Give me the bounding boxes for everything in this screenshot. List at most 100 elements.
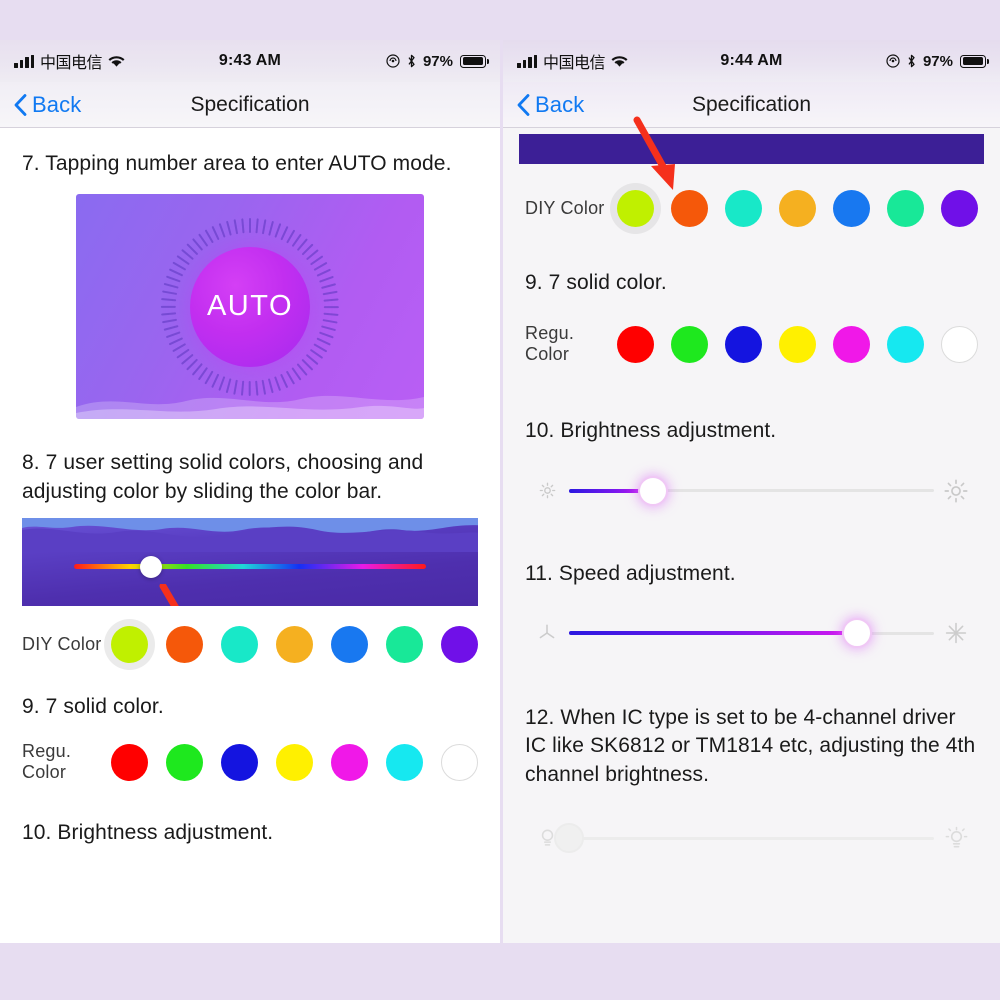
- fan-slow-icon: [525, 623, 569, 643]
- diy-swatch-5[interactable]: [386, 626, 423, 664]
- hue-slider-track[interactable]: [74, 555, 426, 578]
- diy-color-label: DIY Color: [525, 198, 605, 218]
- diy-color-swatches: [111, 626, 478, 664]
- bottom-spacer-right: [525, 857, 978, 897]
- regu-swatch-2[interactable]: [725, 325, 762, 363]
- phone-panel-left: 中国电信 9:43 AM 97% Back Specification 7. T…: [0, 40, 500, 943]
- regu-swatch-1[interactable]: [671, 325, 708, 363]
- bulb-on-icon: [934, 826, 978, 851]
- auto-label: AUTO: [206, 290, 294, 323]
- content-right: DIY Color 9. 7 solid color. Regu. Color: [503, 190, 1000, 897]
- regu-swatch-5[interactable]: [887, 325, 924, 363]
- regu-color-row: Regu. Color: [525, 323, 978, 365]
- diy-swatch-6[interactable]: [441, 626, 478, 664]
- nav-bar-left: Back Specification: [0, 82, 500, 128]
- diy-color-row: DIY Color: [525, 190, 978, 227]
- step-9-text: 9. 7 solid color.: [525, 271, 667, 294]
- fourth-channel-slider-row: [525, 819, 978, 857]
- regu-swatch-0[interactable]: [617, 325, 654, 363]
- back-label: Back: [535, 91, 585, 117]
- speed-slider[interactable]: [569, 614, 934, 652]
- status-left-group: 中国电信: [14, 49, 125, 73]
- back-label: Back: [32, 91, 82, 117]
- fourth-channel-slider[interactable]: [554, 819, 934, 857]
- step-8-text: 8. 7 user setting solid colors, choosing…: [22, 451, 424, 503]
- color-bar-illustration-cropped: [519, 116, 984, 190]
- brightness-slider-thumb[interactable]: [637, 475, 668, 506]
- regu-color-swatches: [111, 743, 478, 781]
- battery-icon: [460, 54, 489, 68]
- rotation-lock-icon: [886, 54, 900, 68]
- signal-bars-icon: [517, 54, 537, 68]
- pointer-arrow-icon: [159, 584, 179, 607]
- rotation-lock-icon: [386, 54, 400, 68]
- diy-swatch-2[interactable]: [725, 190, 762, 227]
- carrier-label: 中国电信: [40, 53, 103, 72]
- step-10-text: 10. Brightness adjustment.: [525, 419, 777, 443]
- regu-swatch-0[interactable]: [111, 743, 148, 781]
- brightness-slider-row: [525, 472, 978, 510]
- status-bar-right: 中国电信 9:44 AM 97%: [503, 40, 1000, 82]
- content-left: 7. Tapping number area to enter AUTO mod…: [0, 150, 500, 888]
- regu-swatch-4[interactable]: [331, 743, 368, 781]
- diy-swatch-3[interactable]: [779, 190, 816, 227]
- back-button[interactable]: Back: [517, 92, 584, 118]
- fourth-channel-slider-track[interactable]: [569, 836, 934, 840]
- fan-fast-icon: [934, 621, 978, 645]
- speed-slider-row: [525, 614, 978, 652]
- screenshot-stage: 中国电信 9:43 AM 97% Back Specification 7. T…: [0, 0, 1000, 1000]
- fourth-channel-slider-thumb[interactable]: [554, 823, 584, 854]
- diy-swatch-0[interactable]: [617, 190, 654, 227]
- color-bar-illustration: [22, 518, 478, 607]
- regu-swatch-4[interactable]: [833, 325, 870, 363]
- regu-swatch-3[interactable]: [779, 325, 816, 363]
- regu-color-label: Regu. Color: [22, 741, 72, 783]
- diy-swatch-3[interactable]: [276, 626, 313, 664]
- diy-swatch-4[interactable]: [833, 190, 870, 227]
- bluetooth-icon: [908, 54, 915, 68]
- bluetooth-icon: [408, 54, 415, 68]
- speed-slider-thumb[interactable]: [842, 618, 873, 649]
- status-bar-left: 中国电信 9:43 AM 97%: [0, 40, 500, 82]
- status-time: 9:43 AM: [218, 52, 282, 69]
- chevron-left-icon: [14, 93, 27, 116]
- regu-swatch-6[interactable]: [941, 325, 978, 363]
- status-left-group-right: 中国电信: [517, 49, 628, 73]
- diy-swatch-1[interactable]: [166, 626, 203, 664]
- status-right-group-right: 97%: [886, 52, 989, 70]
- diy-swatch-2[interactable]: [221, 626, 258, 664]
- diy-swatch-5[interactable]: [887, 190, 924, 227]
- diy-swatch-1[interactable]: [671, 190, 708, 227]
- regu-swatch-3[interactable]: [276, 743, 313, 781]
- diy-color-label: DIY Color: [22, 634, 102, 655]
- back-button[interactable]: Back: [14, 92, 81, 118]
- brightness-slider[interactable]: [569, 472, 934, 510]
- diy-swatch-6[interactable]: [941, 190, 978, 227]
- regu-color-label: Regu. Color: [525, 323, 575, 365]
- sun-small-icon: [525, 482, 569, 499]
- regu-swatch-1[interactable]: [166, 743, 203, 781]
- phone-panel-right: 中国电信 9:44 AM 97% Back Specification DIY …: [503, 40, 1000, 943]
- auto-button[interactable]: AUTO: [190, 246, 310, 367]
- diy-color-row: DIY Color: [22, 626, 478, 664]
- regu-color-row: Regu. Color: [22, 741, 478, 783]
- battery-percent: 97%: [922, 52, 953, 70]
- mountain-decoration: [22, 518, 478, 553]
- step-12-text: 12. When IC type is set to be 4-channel …: [525, 706, 976, 786]
- battery-icon: [960, 54, 989, 68]
- regu-swatch-5[interactable]: [386, 743, 423, 781]
- regu-swatch-6[interactable]: [441, 743, 478, 781]
- diy-swatch-4[interactable]: [331, 626, 368, 664]
- wifi-icon: [108, 55, 125, 67]
- chevron-left-icon: [517, 93, 530, 116]
- battery-percent: 97%: [422, 52, 453, 70]
- sun-large-icon: [934, 479, 978, 503]
- regu-swatch-2[interactable]: [221, 743, 258, 781]
- nav-bar-right: Back Specification: [503, 82, 1000, 128]
- auto-mode-illustration: AUTO: [76, 194, 424, 420]
- pointer-arrow-icon: [633, 116, 675, 190]
- diy-color-swatches: [617, 190, 978, 227]
- hue-slider-thumb[interactable]: [140, 555, 163, 578]
- bottom-spacer-left: [22, 848, 478, 888]
- diy-swatch-0[interactable]: [111, 626, 148, 664]
